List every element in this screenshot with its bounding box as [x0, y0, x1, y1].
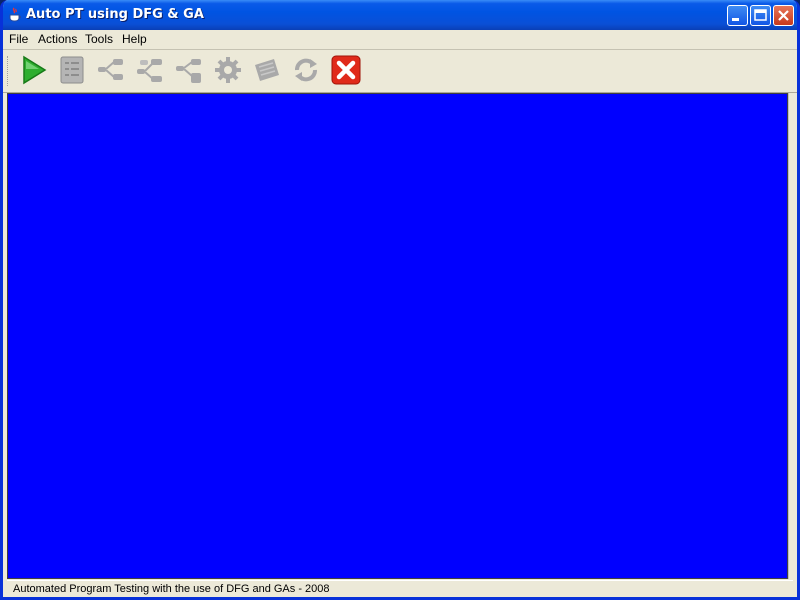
menu-help[interactable]: Help	[122, 32, 147, 46]
toolbar	[3, 50, 797, 93]
status-text: Automated Program Testing with the use o…	[13, 583, 330, 595]
flow-graph-button[interactable]	[94, 53, 128, 87]
document-list-icon	[60, 56, 84, 84]
minimize-icon	[732, 18, 739, 21]
toolbar-grip[interactable]	[7, 56, 11, 86]
menu-actions[interactable]: Actions	[38, 32, 77, 46]
app-window: Auto PT using DFG & GA File Actions Tool…	[0, 0, 800, 600]
flow-graph-icon	[98, 59, 123, 80]
exit-button[interactable]	[329, 53, 363, 87]
close-red-x-icon	[331, 55, 361, 85]
menu-tools[interactable]: Tools	[85, 32, 113, 46]
play-icon	[23, 55, 47, 85]
close-window-button[interactable]	[773, 5, 794, 26]
notes-icon	[255, 59, 279, 81]
multi-flow-graph-button[interactable]	[133, 53, 167, 87]
status-bar: Automated Program Testing with the use o…	[7, 580, 793, 597]
window-title: Auto PT using DFG & GA	[26, 7, 204, 22]
menu-file[interactable]: File	[9, 32, 28, 46]
branch-graph-icon	[176, 59, 201, 83]
title-bar[interactable]: Auto PT using DFG & GA	[3, 0, 797, 30]
maximize-button[interactable]	[750, 5, 771, 26]
multi-flow-graph-icon	[137, 59, 162, 82]
menu-bar: File Actions Tools Help	[3, 30, 797, 49]
settings-button[interactable]	[211, 53, 245, 87]
minimize-button[interactable]	[727, 5, 748, 26]
java-cup-icon	[8, 7, 22, 23]
refresh-button[interactable]	[289, 53, 323, 87]
refresh-icon	[295, 58, 317, 82]
run-button[interactable]	[17, 53, 51, 87]
branch-graph-button[interactable]	[172, 53, 206, 87]
vertical-scrollbar[interactable]	[788, 93, 797, 579]
notes-button[interactable]	[250, 53, 284, 87]
gear-icon	[215, 57, 241, 83]
document-list-button[interactable]	[55, 53, 89, 87]
graph-canvas[interactable]	[7, 93, 788, 579]
close-icon	[778, 10, 789, 21]
maximize-icon	[754, 9, 767, 21]
